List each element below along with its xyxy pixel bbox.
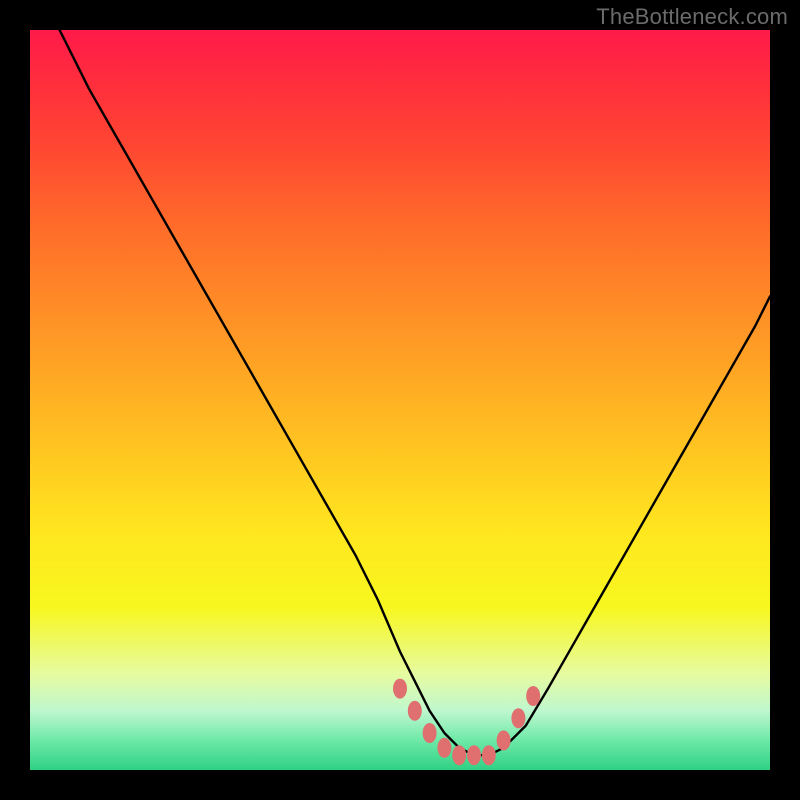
curve-marker xyxy=(437,738,451,758)
chart-plot-area xyxy=(30,30,770,770)
curve-marker xyxy=(408,701,422,721)
chart-svg xyxy=(30,30,770,770)
curve-marker xyxy=(452,745,466,765)
watermark-text: TheBottleneck.com xyxy=(596,4,788,30)
curve-marker xyxy=(482,745,496,765)
curve-marker xyxy=(467,745,481,765)
curve-marker xyxy=(511,708,525,728)
curve-marker xyxy=(497,730,511,750)
chart-frame: TheBottleneck.com xyxy=(0,0,800,800)
curve-marker xyxy=(423,723,437,743)
curve-marker xyxy=(393,679,407,699)
bottleneck-curve xyxy=(60,30,770,755)
curve-marker xyxy=(526,686,540,706)
